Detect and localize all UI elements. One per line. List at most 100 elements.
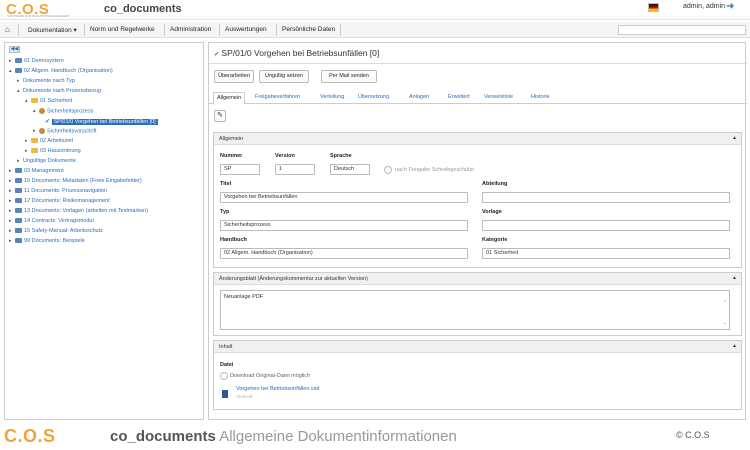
- tree-item[interactable]: ▸ 01 Demosystem: [9, 58, 64, 66]
- collapse-caret-icon[interactable]: ▲: [732, 343, 737, 349]
- tree-item[interactable]: ▸ Dokumente nach Typ: [17, 78, 75, 86]
- database-icon: [15, 68, 22, 74]
- word-file-icon: [222, 390, 228, 398]
- folder-icon: [31, 98, 38, 104]
- datei-label: Datei: [220, 362, 234, 368]
- sprache-label: Sprache: [330, 153, 352, 159]
- tab-historie[interactable]: Historie: [531, 94, 550, 100]
- vorlage-label: Vorlage: [482, 209, 502, 215]
- collapse-tree-button[interactable]: ◀◀: [9, 46, 20, 53]
- per-mail-senden-button[interactable]: Per Mail senden: [321, 70, 377, 83]
- section-title: Inhalt: [219, 344, 233, 350]
- folder-icon: [31, 138, 38, 144]
- tree-item[interactable]: ▸ 14 Contracts: Vertragsmodul: [9, 218, 94, 226]
- german-flag-icon[interactable]: [648, 3, 659, 12]
- typ-label: Typ: [220, 209, 230, 215]
- section-allgemein: Allgemein ▲ Nummer SP Version 1 Sprache …: [213, 132, 742, 268]
- menu-auswertungen[interactable]: Auswertungen: [225, 26, 267, 33]
- collapse-caret-icon[interactable]: ▲: [732, 275, 737, 281]
- section-header[interactable]: Inhalt ▲: [214, 341, 741, 353]
- tree-item[interactable]: ▸ 03 Management: [9, 168, 64, 176]
- tree-item[interactable]: ▸ 11 Documents: Prozessnavigation: [9, 188, 107, 196]
- aenderung-textarea[interactable]: Neuanlage PDF ⌃ ⌄: [220, 290, 730, 330]
- tree-item[interactable]: ▸ Sicherheitsvorschrift: [33, 128, 97, 136]
- titel-label: Titel: [220, 181, 232, 187]
- slide-footer: C.O.S co_documents Allgemeine Dokumentin…: [0, 424, 750, 450]
- database-icon: [15, 168, 22, 174]
- file-size: 73.00 KB: [236, 394, 253, 399]
- section-header[interactable]: Änderungsblatt (Änderungskommentar zur a…: [214, 273, 741, 285]
- pencil-icon[interactable]: ✎: [214, 110, 226, 122]
- tree-item[interactable]: ▸ Ungültige Dokumente: [17, 158, 76, 166]
- tab-verweisliste[interactable]: Verweisliste: [484, 94, 513, 100]
- tab-freigabeverfahren[interactable]: Freigabeverfahren: [255, 94, 300, 100]
- user-name[interactable]: admin, admin: [683, 3, 725, 10]
- tree-item[interactable]: ▴ Sicherheitsprozess: [33, 108, 93, 116]
- kategorie-label: Kategorie: [482, 237, 508, 243]
- database-icon: [15, 228, 22, 234]
- tab-erweitert[interactable]: Erweitert: [448, 94, 470, 100]
- database-icon: [15, 238, 22, 244]
- menu-search-input[interactable]: [618, 25, 746, 35]
- schreibschutz-checkbox[interactable]: [384, 166, 392, 174]
- process-icon: [39, 108, 45, 114]
- typ-field[interactable]: Sicherheitsprozess: [220, 220, 468, 231]
- abteilung-field[interactable]: [482, 192, 730, 203]
- database-icon: [15, 208, 22, 214]
- menu-divider: [276, 24, 277, 36]
- file-download-link[interactable]: Vorgehen bei Betriebsunfällen.vsd: [236, 386, 319, 392]
- tab-verteilung[interactable]: Verteilung: [320, 94, 344, 100]
- footer-copyright: © C.O.S: [676, 430, 710, 440]
- check-icon: ✔: [214, 52, 220, 58]
- tree-item[interactable]: ▸ 15 Safety-Manual: Arbeitsschutz: [9, 228, 103, 236]
- nummer-field[interactable]: SP: [220, 164, 260, 175]
- version-label: Version: [275, 153, 295, 159]
- tree-item[interactable]: ▸ 13 Documents: Vorlagen (arbeiten mit Te…: [9, 208, 148, 216]
- main-menu-bar: ⌂ Dokumentation ▾ Norm und Regelwerke Ad…: [0, 22, 750, 38]
- handbuch-label: Handbuch: [220, 237, 247, 243]
- handbuch-field[interactable]: 02 Allgem. Handbuch (Organisation): [220, 248, 468, 259]
- sprache-field[interactable]: Deutsch: [330, 164, 370, 175]
- check-icon: ✔: [45, 119, 51, 125]
- document-title: ✔ SP/01/0 Vorgehen bei Betriebsunfällen …: [214, 48, 380, 58]
- tab-anlagen[interactable]: Anlagen: [409, 94, 429, 100]
- version-field[interactable]: 1: [275, 164, 315, 175]
- titel-field[interactable]: Vorgehen bei Betriebsunfällen: [220, 192, 468, 203]
- tab-allgemein[interactable]: Allgemein: [213, 92, 246, 105]
- top-header: C.O.S SOFTWARE FÜR QUALITÄTSMANAGEMENT c…: [0, 0, 750, 20]
- database-icon: [15, 188, 22, 194]
- ueberarbeiten-button[interactable]: Überarbeiten: [214, 70, 254, 83]
- home-icon[interactable]: ⌂: [5, 25, 10, 34]
- footer-subtitle: Allgemeine Dokumentinformationen: [215, 428, 457, 445]
- menu-dokumentation[interactable]: Dokumentation ▾: [28, 26, 77, 34]
- tree-item[interactable]: ▸ 10 Documents: Metadaten (Freie Eingabef…: [9, 178, 142, 186]
- tree-item[interactable]: ▴ Dokumente nach Prozessbezug: [17, 88, 101, 96]
- menu-divider: [18, 24, 19, 36]
- menu-norm-und-regelwerke[interactable]: Norm und Regelwerke: [90, 26, 155, 33]
- divider: [209, 63, 747, 64]
- collapse-caret-icon[interactable]: ▲: [732, 135, 737, 141]
- vorlage-field[interactable]: [482, 220, 730, 231]
- section-title: Allgemein: [219, 136, 244, 142]
- scroll-arrows-icon[interactable]: ⌃ ⌄: [723, 293, 727, 333]
- kategorie-field[interactable]: 01 Sicherheit: [482, 248, 730, 259]
- download-checkbox[interactable]: [220, 372, 228, 380]
- tree-item-selected[interactable]: ✔ SP/01/0 Vorgehen bei Betriebsunfällen …: [45, 118, 158, 126]
- tree-item[interactable]: ▴ 02 Allgem. Handbuch (Organisation): [9, 68, 113, 76]
- tree-item[interactable]: ▸ 02 Arbeitszeit: [25, 138, 73, 146]
- logo-tagline: SOFTWARE FÜR QUALITÄTSMANAGEMENT: [7, 14, 70, 18]
- logout-icon[interactable]: ➜: [726, 1, 734, 12]
- ungueltig-setzen-button[interactable]: Ungültig setzen: [259, 70, 309, 83]
- footer-title: co_documents Allgemeine Dokumentinformat…: [110, 428, 457, 445]
- menu-administration[interactable]: Administration: [170, 26, 211, 33]
- schreibschutz-label: nach Freigabe Schreibgeschützt: [395, 167, 474, 173]
- section-header[interactable]: Allgemein ▲: [214, 133, 741, 145]
- aenderung-text: Neuanlage PDF: [224, 294, 264, 300]
- tab-uebersetzung[interactable]: Übersetzung: [358, 94, 389, 100]
- tree-item[interactable]: ▸ 03 Hausordnung: [25, 148, 81, 156]
- menu-divider: [164, 24, 165, 36]
- menu-persoenliche-daten[interactable]: Persönliche Daten: [282, 26, 335, 33]
- tree-item[interactable]: ▸ 12 Documents: Risikomanagement: [9, 198, 110, 206]
- tree-item[interactable]: ▸ 99 Documents: Beispiele: [9, 238, 85, 246]
- tree-item[interactable]: ▴ 01 Sicherheit: [25, 98, 72, 106]
